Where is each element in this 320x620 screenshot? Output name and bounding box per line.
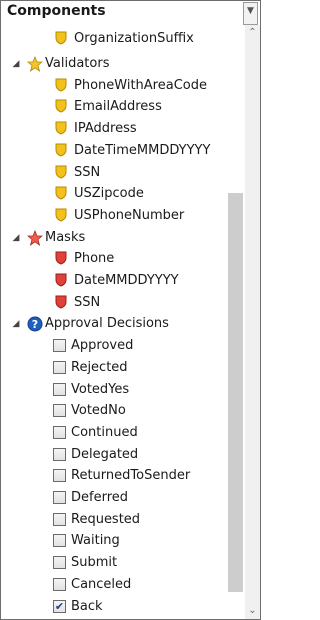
checkbox[interactable] bbox=[53, 339, 66, 353]
approval-decision-label: Waiting bbox=[71, 533, 120, 549]
tree-item-validator[interactable]: EmailAddress bbox=[1, 96, 245, 118]
shield-icon bbox=[55, 99, 71, 115]
vertical-scrollbar[interactable]: ⌃ ⌄ bbox=[245, 25, 260, 619]
panel-dropdown-button[interactable]: ▼ bbox=[243, 2, 258, 20]
approval-decision-item[interactable]: ReturnedToSender bbox=[1, 465, 245, 487]
approval-decision-item[interactable]: ✔Next bbox=[1, 617, 245, 619]
tree-item-label: OrganizationSuffix bbox=[74, 31, 194, 46]
collapse-arrow-icon[interactable]: ◢ bbox=[11, 227, 21, 249]
approval-decision-label: Continued bbox=[71, 424, 138, 440]
approval-decision-label: Rejected bbox=[71, 359, 128, 375]
checkbox[interactable] bbox=[53, 404, 66, 418]
approval-decision-item[interactable]: Submit bbox=[1, 552, 245, 574]
approval-decision-item[interactable]: ✔ Back bbox=[1, 596, 245, 618]
collapse-arrow-icon[interactable]: ◢ bbox=[11, 53, 21, 75]
checkbox[interactable] bbox=[53, 360, 66, 374]
approval-decision-item[interactable]: Approved bbox=[1, 335, 245, 357]
shield-icon bbox=[55, 78, 71, 94]
approval-decision-item[interactable]: Delegated bbox=[1, 444, 245, 466]
checkbox[interactable] bbox=[53, 512, 66, 526]
tree-group-masks[interactable]: ◢ Masks bbox=[1, 227, 245, 249]
svg-text:?: ? bbox=[32, 318, 38, 331]
approval-decision-label: Canceled bbox=[71, 576, 132, 592]
scroll-down-button[interactable]: ⌄ bbox=[245, 603, 260, 619]
checkbox[interactable] bbox=[53, 382, 66, 396]
panel-header: Components ▼ bbox=[1, 1, 260, 25]
tree-group-validators[interactable]: ◢ Validators bbox=[1, 53, 245, 75]
collapse-arrow-icon[interactable]: ◢ bbox=[11, 313, 21, 335]
star-icon bbox=[26, 55, 44, 72]
approval-decision-label: VotedYes bbox=[71, 381, 130, 397]
checkbox[interactable]: ✔ bbox=[53, 599, 66, 613]
tree-item-label: PhoneWithAreaCode bbox=[74, 77, 207, 93]
scroll-thumb[interactable] bbox=[228, 193, 243, 592]
shield-icon bbox=[55, 31, 71, 47]
tree-item-label: DateMMDDYYYY bbox=[74, 273, 179, 288]
tree-item-validator[interactable]: USPhoneNumber bbox=[1, 205, 245, 227]
shield-icon bbox=[55, 251, 71, 267]
approval-decision-item[interactable]: VotedYes bbox=[1, 379, 245, 401]
approval-decision-item[interactable]: Continued bbox=[1, 422, 245, 444]
tree-item-label: SSN bbox=[74, 164, 101, 180]
help-icon: ? bbox=[27, 316, 43, 332]
checkbox[interactable] bbox=[53, 425, 66, 439]
tree-item-validator[interactable]: IPAddress bbox=[1, 118, 245, 140]
approval-decision-item[interactable]: Canceled bbox=[1, 574, 245, 596]
tree-item-label: Phone bbox=[74, 251, 115, 267]
tree-item-validator[interactable]: USZipcode bbox=[1, 183, 245, 205]
checkbox[interactable] bbox=[53, 534, 66, 548]
shield-icon bbox=[55, 186, 71, 202]
tree-group-label: Approval Decisions bbox=[45, 316, 169, 332]
approval-decision-label: Delegated bbox=[71, 446, 139, 462]
checkbox[interactable] bbox=[53, 469, 66, 483]
checkbox[interactable] bbox=[53, 577, 66, 591]
shield-icon bbox=[55, 165, 71, 181]
approval-decision-item[interactable]: Deferred bbox=[1, 487, 245, 509]
panel-title: Components bbox=[7, 3, 106, 19]
checkbox[interactable] bbox=[53, 447, 66, 461]
approval-decision-item[interactable]: Waiting bbox=[1, 530, 245, 552]
shield-icon bbox=[55, 295, 71, 311]
shield-icon bbox=[55, 208, 71, 224]
approval-decision-label: Back bbox=[71, 598, 103, 614]
tree-item-mask[interactable]: SSN bbox=[1, 292, 245, 314]
approval-decision-label: Submit bbox=[71, 555, 118, 571]
approval-decision-label: Requested bbox=[71, 511, 141, 527]
tree-item-label: USPhoneNumber bbox=[74, 207, 185, 223]
scroll-up-button[interactable]: ⌃ bbox=[245, 25, 260, 41]
shield-icon bbox=[55, 121, 71, 137]
tree-item-label: SSN bbox=[74, 294, 101, 310]
approval-decision-item[interactable]: Rejected bbox=[1, 357, 245, 379]
approval-decision-label: ReturnedToSender bbox=[71, 468, 191, 484]
tree-group-label: Validators bbox=[45, 56, 110, 71]
approval-decision-label: Approved bbox=[71, 338, 134, 354]
tree-item-label: DateTimeMMDDYYYY bbox=[74, 142, 211, 158]
tree-group-label: Masks bbox=[45, 229, 86, 245]
component-tree[interactable]: OrganizationSuffix ◢ Validators PhoneWithA… bbox=[1, 25, 245, 619]
tree-item-label: EmailAddress bbox=[74, 99, 162, 115]
approval-decision-label: Next bbox=[71, 617, 101, 619]
checkbox[interactable] bbox=[53, 491, 66, 504]
tree-item-label: USZipcode bbox=[74, 186, 144, 202]
tree-item-validator[interactable]: SSN bbox=[1, 162, 245, 184]
approval-decision-item[interactable]: VotedNo bbox=[1, 400, 245, 422]
tree-item-mask[interactable]: DateMMDDYYYY bbox=[1, 270, 245, 292]
components-panel: Components ▼ OrganizationSuffix ◢ Validat… bbox=[0, 0, 261, 620]
shield-icon bbox=[55, 143, 71, 159]
approval-decision-item[interactable]: Requested bbox=[1, 509, 245, 531]
tree-item-validator[interactable]: DateTimeMMDDYYYY bbox=[1, 140, 245, 162]
checkbox[interactable] bbox=[53, 556, 66, 570]
shield-icon bbox=[55, 273, 71, 289]
tree-item-mask[interactable]: Phone bbox=[1, 248, 245, 270]
approval-decision-label: VotedNo bbox=[71, 403, 126, 419]
tree-item-organization-suffix[interactable]: OrganizationSuffix bbox=[1, 28, 245, 50]
tree-group-approval-decisions[interactable]: ◢? Approval Decisions bbox=[1, 313, 245, 335]
approval-decision-label: Deferred bbox=[71, 490, 129, 505]
tree-item-label: IPAddress bbox=[74, 121, 137, 137]
star-icon bbox=[26, 229, 44, 246]
tree-item-validator[interactable]: PhoneWithAreaCode bbox=[1, 75, 245, 97]
